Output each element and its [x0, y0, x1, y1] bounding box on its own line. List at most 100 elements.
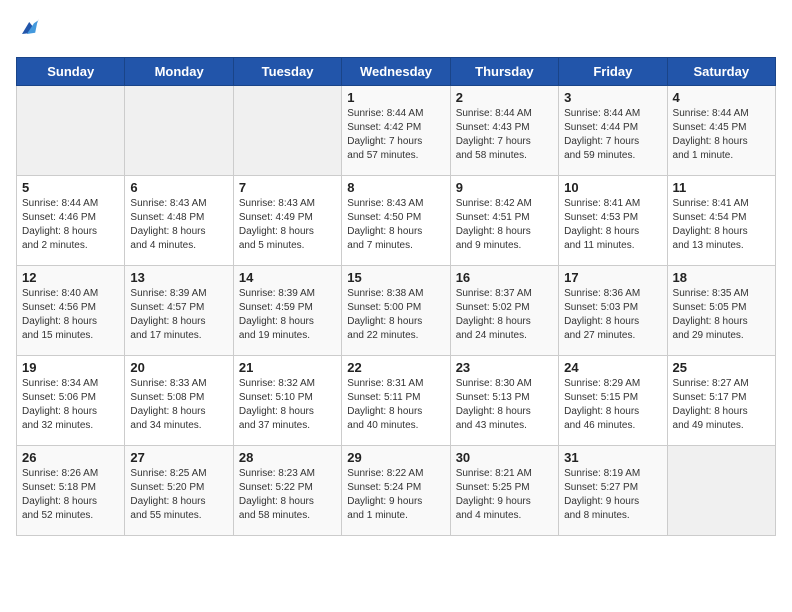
day-info: Sunrise: 8:41 AM Sunset: 4:54 PM Dayligh… [673, 197, 770, 253]
calendar-cell: 23 Sunrise: 8:30 AM Sunset: 5:13 PM Dayli… [450, 356, 558, 446]
calendar-cell: 6 Sunrise: 8:43 AM Sunset: 4:48 PM Daylig… [125, 176, 233, 266]
day-info: Sunrise: 8:35 AM Sunset: 5:05 PM Dayligh… [673, 287, 770, 343]
day-number: 27 [130, 450, 227, 465]
calendar-cell: 20 Sunrise: 8:33 AM Sunset: 5:08 PM Dayli… [125, 356, 233, 446]
day-number: 5 [22, 180, 119, 195]
day-number: 29 [347, 450, 444, 465]
day-info: Sunrise: 8:39 AM Sunset: 4:57 PM Dayligh… [130, 287, 227, 343]
day-info: Sunrise: 8:39 AM Sunset: 4:59 PM Dayligh… [239, 287, 336, 343]
calendar-cell: 16 Sunrise: 8:37 AM Sunset: 5:02 PM Dayli… [450, 266, 558, 356]
day-number: 15 [347, 270, 444, 285]
calendar-cell: 1 Sunrise: 8:44 AM Sunset: 4:42 PM Daylig… [342, 86, 450, 176]
calendar-cell: 15 Sunrise: 8:38 AM Sunset: 5:00 PM Dayli… [342, 266, 450, 356]
calendar-cell: 22 Sunrise: 8:31 AM Sunset: 5:11 PM Dayli… [342, 356, 450, 446]
day-info: Sunrise: 8:19 AM Sunset: 5:27 PM Dayligh… [564, 467, 661, 523]
day-info: Sunrise: 8:41 AM Sunset: 4:53 PM Dayligh… [564, 197, 661, 253]
calendar-cell: 19 Sunrise: 8:34 AM Sunset: 5:06 PM Dayli… [17, 356, 125, 446]
day-number: 4 [673, 90, 770, 105]
calendar-week-row: 12 Sunrise: 8:40 AM Sunset: 4:56 PM Dayli… [17, 266, 776, 356]
day-info: Sunrise: 8:22 AM Sunset: 5:24 PM Dayligh… [347, 467, 444, 523]
day-info: Sunrise: 8:33 AM Sunset: 5:08 PM Dayligh… [130, 377, 227, 433]
day-number: 23 [456, 360, 553, 375]
day-number: 11 [673, 180, 770, 195]
calendar-cell: 27Sunrise: 8:25 AM Sunset: 5:20 PM Dayli… [125, 446, 233, 536]
day-info: Sunrise: 8:34 AM Sunset: 5:06 PM Dayligh… [22, 377, 119, 433]
calendar-cell: 18 Sunrise: 8:35 AM Sunset: 5:05 PM Dayli… [667, 266, 775, 356]
day-number: 12 [22, 270, 119, 285]
day-info: Sunrise: 8:30 AM Sunset: 5:13 PM Dayligh… [456, 377, 553, 433]
calendar-week-row: 26 Sunrise: 8:26 AM Sunset: 5:18 PM Dayli… [17, 446, 776, 536]
calendar-cell: 25 Sunrise: 8:27 AM Sunset: 5:17 PM Dayli… [667, 356, 775, 446]
calendar-cell [233, 86, 341, 176]
day-number: 26 [22, 450, 119, 465]
weekday-header-wednesday: Wednesday [342, 58, 450, 86]
weekday-header-saturday: Saturday [667, 58, 775, 86]
calendar-cell: 28 Sunrise: 8:23 AM Sunset: 5:22 PM Dayli… [233, 446, 341, 536]
calendar-cell: 30 Sunrise: 8:21 AM Sunset: 5:25 PM Dayli… [450, 446, 558, 536]
day-info: Sunrise: 8:26 AM Sunset: 5:18 PM Dayligh… [22, 467, 119, 523]
day-number: 18 [673, 270, 770, 285]
day-info: Sunrise: 8:40 AM Sunset: 4:56 PM Dayligh… [22, 287, 119, 343]
day-info: Sunrise: 8:31 AM Sunset: 5:11 PM Dayligh… [347, 377, 444, 433]
day-info: Sunrise: 8:44 AM Sunset: 4:42 PM Dayligh… [347, 107, 444, 163]
weekday-header-friday: Friday [559, 58, 667, 86]
day-number: 19 [22, 360, 119, 375]
day-number: 6 [130, 180, 227, 195]
day-number: 16 [456, 270, 553, 285]
calendar-cell: 2Sunrise: 8:44 AM Sunset: 4:43 PM Daylig… [450, 86, 558, 176]
day-info: Sunrise: 8:37 AM Sunset: 5:02 PM Dayligh… [456, 287, 553, 343]
calendar-table: SundayMondayTuesdayWednesdayThursdayFrid… [16, 57, 776, 536]
day-info: Sunrise: 8:43 AM Sunset: 4:48 PM Dayligh… [130, 197, 227, 253]
day-number: 20 [130, 360, 227, 375]
calendar-cell: 7 Sunrise: 8:43 AM Sunset: 4:49 PM Daylig… [233, 176, 341, 266]
calendar-week-row: 5 Sunrise: 8:44 AM Sunset: 4:46 PM Daylig… [17, 176, 776, 266]
calendar-cell: 26 Sunrise: 8:26 AM Sunset: 5:18 PM Dayli… [17, 446, 125, 536]
day-number: 10 [564, 180, 661, 195]
calendar-cell: 5 Sunrise: 8:44 AM Sunset: 4:46 PM Daylig… [17, 176, 125, 266]
calendar-cell: 4Sunrise: 8:44 AM Sunset: 4:45 PM Daylig… [667, 86, 775, 176]
calendar-cell: 29 Sunrise: 8:22 AM Sunset: 5:24 PM Dayli… [342, 446, 450, 536]
day-number: 9 [456, 180, 553, 195]
logo [16, 16, 44, 45]
day-info: Sunrise: 8:43 AM Sunset: 4:49 PM Dayligh… [239, 197, 336, 253]
day-info: Sunrise: 8:43 AM Sunset: 4:50 PM Dayligh… [347, 197, 444, 253]
day-number: 13 [130, 270, 227, 285]
day-number: 8 [347, 180, 444, 195]
day-info: Sunrise: 8:36 AM Sunset: 5:03 PM Dayligh… [564, 287, 661, 343]
calendar-cell: 10 Sunrise: 8:41 AM Sunset: 4:53 PM Dayli… [559, 176, 667, 266]
calendar-cell: 14Sunrise: 8:39 AM Sunset: 4:59 PM Dayli… [233, 266, 341, 356]
day-number: 1 [347, 90, 444, 105]
day-number: 3 [564, 90, 661, 105]
logo-icon [16, 16, 40, 45]
page-header [16, 16, 776, 45]
weekday-header-thursday: Thursday [450, 58, 558, 86]
day-info: Sunrise: 8:38 AM Sunset: 5:00 PM Dayligh… [347, 287, 444, 343]
calendar-cell: 21 Sunrise: 8:32 AM Sunset: 5:10 PM Dayli… [233, 356, 341, 446]
calendar-cell: 31 Sunrise: 8:19 AM Sunset: 5:27 PM Dayli… [559, 446, 667, 536]
calendar-week-row: 19 Sunrise: 8:34 AM Sunset: 5:06 PM Dayli… [17, 356, 776, 446]
weekday-header-sunday: Sunday [17, 58, 125, 86]
calendar-cell: 12 Sunrise: 8:40 AM Sunset: 4:56 PM Dayli… [17, 266, 125, 356]
day-info: Sunrise: 8:21 AM Sunset: 5:25 PM Dayligh… [456, 467, 553, 523]
day-number: 25 [673, 360, 770, 375]
day-number: 17 [564, 270, 661, 285]
calendar-week-row: 1 Sunrise: 8:44 AM Sunset: 4:42 PM Daylig… [17, 86, 776, 176]
day-info: Sunrise: 8:29 AM Sunset: 5:15 PM Dayligh… [564, 377, 661, 433]
day-number: 30 [456, 450, 553, 465]
day-number: 22 [347, 360, 444, 375]
weekday-header-row: SundayMondayTuesdayWednesdayThursdayFrid… [17, 58, 776, 86]
day-number: 2 [456, 90, 553, 105]
weekday-header-tuesday: Tuesday [233, 58, 341, 86]
day-number: 28 [239, 450, 336, 465]
calendar-cell: 24Sunrise: 8:29 AM Sunset: 5:15 PM Dayli… [559, 356, 667, 446]
day-info: Sunrise: 8:42 AM Sunset: 4:51 PM Dayligh… [456, 197, 553, 253]
day-info: Sunrise: 8:32 AM Sunset: 5:10 PM Dayligh… [239, 377, 336, 433]
day-number: 7 [239, 180, 336, 195]
day-info: Sunrise: 8:27 AM Sunset: 5:17 PM Dayligh… [673, 377, 770, 433]
day-number: 31 [564, 450, 661, 465]
day-number: 21 [239, 360, 336, 375]
calendar-cell: 17 Sunrise: 8:36 AM Sunset: 5:03 PM Dayli… [559, 266, 667, 356]
day-info: Sunrise: 8:23 AM Sunset: 5:22 PM Dayligh… [239, 467, 336, 523]
calendar-cell [667, 446, 775, 536]
day-info: Sunrise: 8:44 AM Sunset: 4:46 PM Dayligh… [22, 197, 119, 253]
